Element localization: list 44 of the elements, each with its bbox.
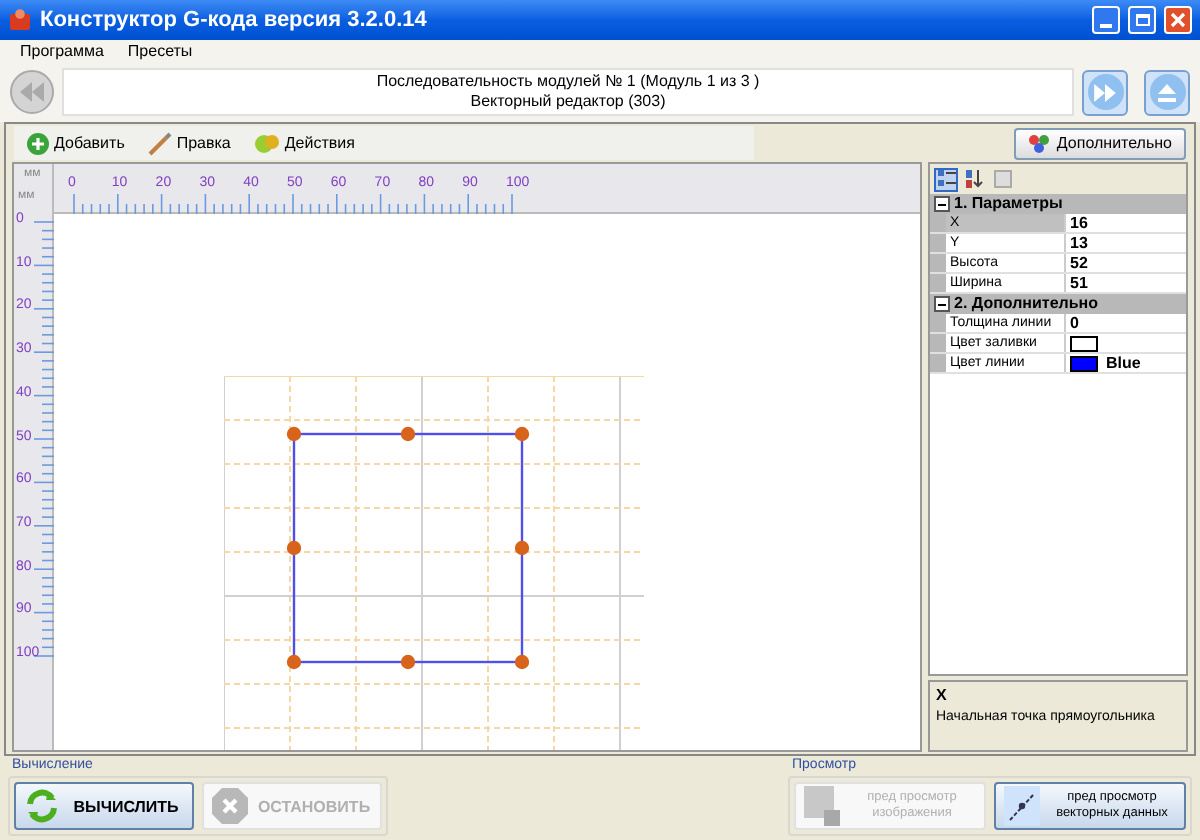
collapse-icon[interactable] <box>934 296 950 312</box>
plus-icon <box>26 131 50 155</box>
minimize-button[interactable] <box>1092 6 1120 34</box>
gears-icon <box>254 131 281 155</box>
toolbar-button[interactable]: Добавить <box>26 131 125 155</box>
property-value: Blue <box>1106 351 1141 375</box>
toolbar-button[interactable]: Действия <box>254 131 355 155</box>
category-title: 2. Дополнительно <box>954 292 1099 316</box>
more-button[interactable]: Дополнительно <box>1014 127 1186 159</box>
collapse-icon[interactable] <box>934 196 950 212</box>
description-title: X <box>936 684 949 708</box>
property-value: 0 <box>1070 312 1079 335</box>
menu-item[interactable]: Пресеты <box>127 39 193 63</box>
app-logo-icon <box>8 8 32 32</box>
close-button[interactable] <box>1164 6 1192 34</box>
eject-icon <box>1158 83 1176 101</box>
brush-icon <box>148 131 173 155</box>
toolbar-button[interactable]: Правка <box>148 131 231 155</box>
alphabetical-sort-button[interactable] <box>962 167 986 191</box>
image-preview-icon <box>804 786 840 826</box>
window-title: Конструктор G-кода версия 3.2.0.14 <box>40 5 427 36</box>
menu-item[interactable]: Программа <box>20 39 104 63</box>
property-value: 52 <box>1070 251 1088 275</box>
rectangle-shape[interactable] <box>286 426 530 670</box>
rewind-icon <box>20 82 44 102</box>
category-header[interactable]: 1. Параметры <box>930 194 1186 214</box>
calculate-button[interactable]: ВЫЧИСЛИТЬ <box>14 782 194 830</box>
property-value: 16 <box>1070 211 1088 235</box>
restore-button[interactable] <box>1128 6 1156 34</box>
category-title: 1. Параметры <box>954 192 1063 216</box>
stop-icon <box>212 788 248 824</box>
vector-preview-icon <box>1004 786 1040 826</box>
editor-name-text: Векторный редактор (303) <box>470 92 666 112</box>
property-value: 51 <box>1070 271 1088 295</box>
property-value: 13 <box>1070 231 1088 255</box>
colored-dots-icon <box>1028 133 1051 153</box>
eject-button[interactable] <box>1144 69 1190 115</box>
module-sequence-text: Последовательность модулей № 1 (Модуль 1 из 3 ) <box>376 72 760 92</box>
fast-forward-icon <box>1094 83 1116 101</box>
next-button[interactable] <box>1082 69 1128 115</box>
category-header[interactable]: 2. Дополнительно <box>930 294 1186 314</box>
refresh-arrows-icon <box>24 788 60 824</box>
categorized-sort-button[interactable] <box>934 167 958 191</box>
close-icon <box>1170 12 1186 28</box>
